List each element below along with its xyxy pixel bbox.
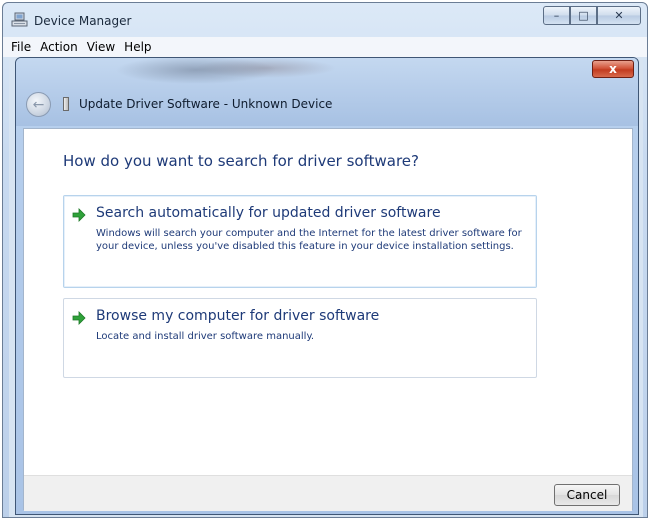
- green-arrow-icon: [72, 311, 86, 325]
- device-manager-titlebar[interactable]: Device Manager – □ ✕: [3, 3, 647, 37]
- window-close-button[interactable]: ✕: [597, 6, 641, 25]
- option-description: Locate and install driver software manua…: [96, 331, 315, 342]
- dialog-header: ← Update Driver Software - Unknown Devic…: [16, 83, 638, 127]
- close-icon: x: [609, 62, 617, 76]
- device-icon: [63, 97, 69, 111]
- caption-buttons: – □ ✕: [543, 6, 641, 26]
- green-arrow-icon: [72, 208, 86, 222]
- dialog-close-button[interactable]: x: [592, 60, 634, 78]
- dialog-title: Update Driver Software - Unknown Device: [79, 97, 333, 111]
- menu-action[interactable]: Action: [38, 40, 85, 54]
- maximize-icon: □: [578, 9, 589, 22]
- option-title: Search automatically for updated driver …: [96, 205, 441, 221]
- update-driver-dialog: x ← Update Driver Software - Unknown Dev…: [15, 57, 639, 515]
- device-manager-icon: [11, 12, 28, 27]
- option-description: Windows will search your computer and th…: [96, 228, 522, 252]
- option-browse-computer[interactable]: Browse my computer for driver software L…: [63, 298, 537, 378]
- maximize-button[interactable]: □: [570, 6, 597, 25]
- back-button[interactable]: ←: [26, 92, 51, 117]
- option-title: Browse my computer for driver software: [96, 308, 380, 324]
- minimize-button[interactable]: –: [543, 6, 570, 25]
- menu-help[interactable]: Help: [122, 40, 158, 54]
- minimize-icon: –: [553, 9, 560, 22]
- close-icon: ✕: [614, 9, 624, 22]
- cancel-button[interactable]: Cancel: [554, 484, 620, 506]
- dialog-content: How do you want to search for driver sof…: [23, 128, 633, 511]
- menu-bar: File Action View Help: [3, 37, 647, 57]
- option-search-automatically[interactable]: Search automatically for updated driver …: [63, 195, 537, 288]
- dialog-footer: Cancel: [24, 475, 632, 511]
- page-heading: How do you want to search for driver sof…: [63, 152, 419, 170]
- menu-view[interactable]: View: [85, 40, 122, 54]
- window-title: Device Manager: [34, 14, 132, 28]
- menu-file[interactable]: File: [9, 40, 38, 54]
- back-arrow-icon: ←: [32, 96, 45, 113]
